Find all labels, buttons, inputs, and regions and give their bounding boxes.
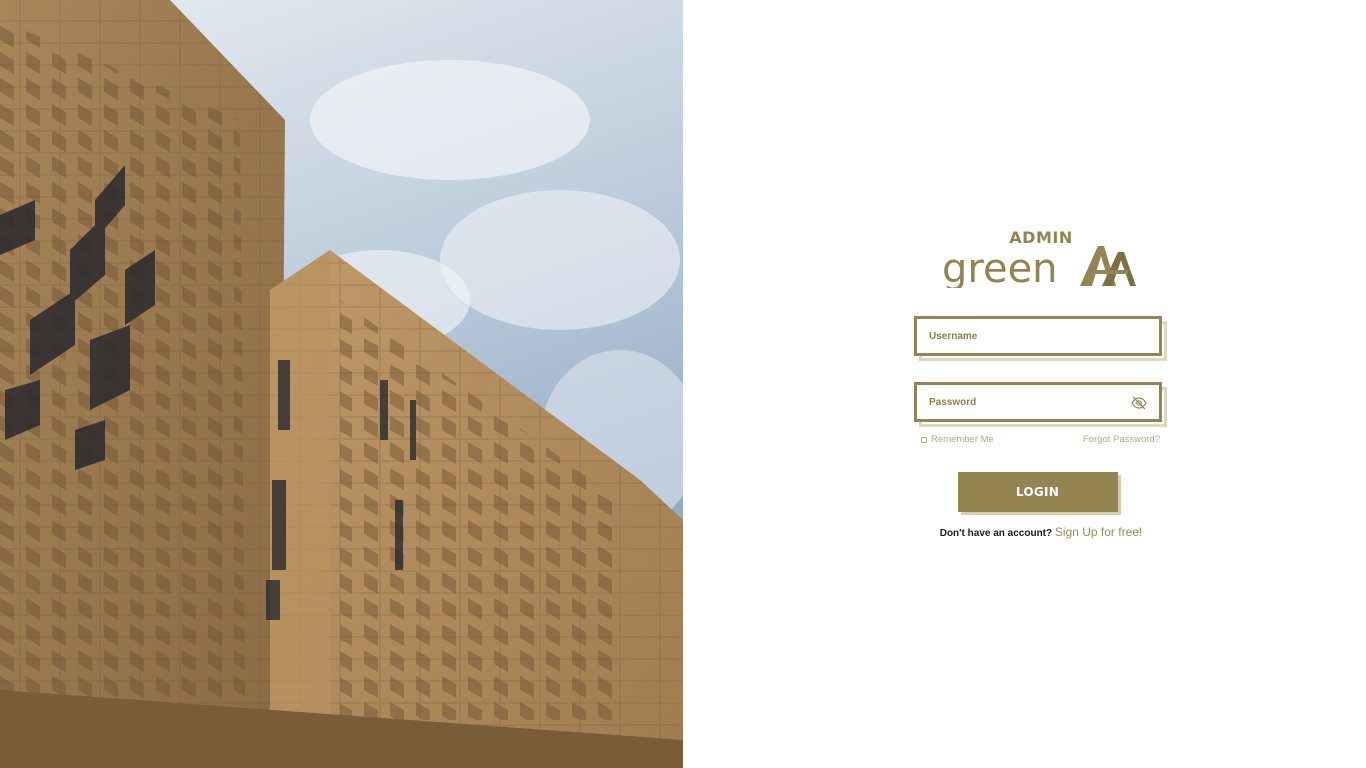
forgot-password-link[interactable]: Forgot Password? xyxy=(1083,434,1160,445)
logo-text: green xyxy=(942,246,1058,288)
eye-slash-icon[interactable] xyxy=(1131,395,1147,411)
building-photo xyxy=(0,0,683,768)
login-button-wrap: LOGIN xyxy=(957,472,1121,515)
password-field-wrap xyxy=(914,382,1167,427)
login-form: ADMIN green Username Remember Me Forgot … xyxy=(914,228,1168,539)
username-input[interactable] xyxy=(917,319,1119,353)
username-field xyxy=(914,316,1162,356)
form-options: Remember Me Forgot Password? xyxy=(914,434,1168,448)
remember-me-checkbox[interactable]: Remember Me xyxy=(921,434,994,445)
brand-logo: ADMIN green xyxy=(914,228,1168,290)
logo-wordmark: green xyxy=(942,246,1136,288)
signup-prompt: Don't have an account? Sign Up for free! xyxy=(914,525,1168,539)
remember-me-label: Remember Me xyxy=(931,434,994,445)
signup-link[interactable]: Sign Up for free! xyxy=(1055,525,1142,539)
hero-image xyxy=(0,0,683,768)
double-a-logo-mark xyxy=(1080,246,1136,286)
login-panel: ADMIN green Username Remember Me Forgot … xyxy=(683,0,1366,768)
checkbox-icon xyxy=(921,436,927,443)
password-field xyxy=(914,382,1162,422)
signup-prompt-text: Don't have an account? xyxy=(939,528,1055,539)
username-field-wrap xyxy=(914,316,1167,361)
login-button[interactable]: LOGIN xyxy=(957,472,1118,512)
login-page: ADMIN green Username Remember Me Forgot … xyxy=(0,0,1366,768)
password-input[interactable] xyxy=(917,385,1119,419)
